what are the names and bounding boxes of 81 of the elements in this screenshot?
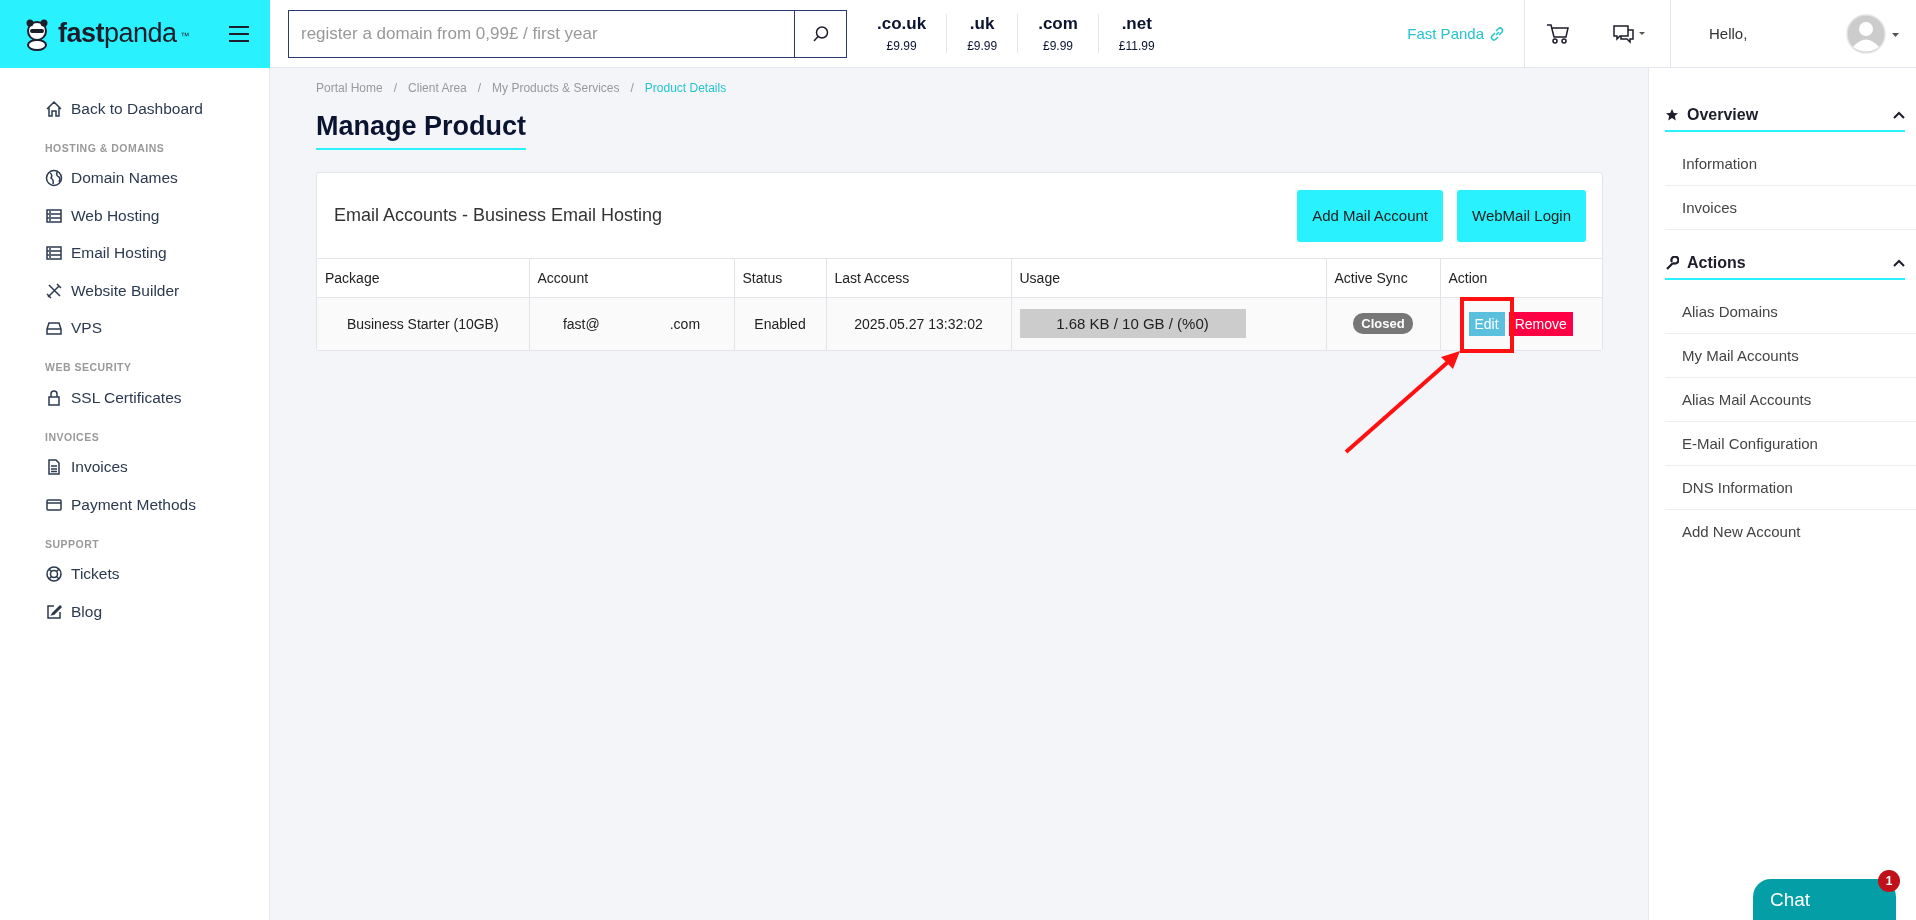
- search-button[interactable]: [795, 9, 847, 58]
- star-icon: [1665, 108, 1679, 122]
- panel-section-header[interactable]: Overview: [1665, 106, 1905, 132]
- tld-price: £9.99: [967, 39, 998, 53]
- logo-text: fastpanda: [58, 18, 177, 49]
- section-heading: WEB SECURITY: [45, 361, 133, 373]
- panel-link[interactable]: Alias Domains: [1665, 290, 1916, 334]
- sidebar-link[interactable]: Website Builder: [45, 272, 269, 310]
- cart-icon: [1545, 22, 1570, 45]
- chevron-icon: [1893, 259, 1905, 267]
- server-icon: [45, 244, 63, 263]
- panel-link[interactable]: E-Mail Configuration: [1665, 422, 1916, 466]
- sidebar-link[interactable]: Web Hosting: [45, 197, 269, 235]
- sidebar-link[interactable]: Tickets: [45, 555, 269, 593]
- panel-link[interactable]: Invoices: [1665, 186, 1916, 230]
- tld-name: .co.uk: [877, 14, 927, 34]
- page-title: Manage Product: [316, 111, 527, 150]
- column-header: Active Sync: [1326, 258, 1440, 298]
- card-title: Email Accounts - Business Email Hosting: [334, 205, 663, 226]
- breadcrumb-separator: /: [393, 81, 398, 95]
- column-header: Account: [529, 258, 734, 298]
- tools-icon: [45, 281, 63, 300]
- home-icon: [45, 99, 63, 118]
- email-user: fast@: [562, 315, 600, 332]
- table-cell: Business Starter (10GB): [317, 297, 529, 350]
- panel-link[interactable]: My Mail Accounts: [1665, 334, 1916, 378]
- search-field[interactable]: register a domain from 0,99£ / first year: [288, 9, 795, 58]
- tld-price: £9.99: [1042, 39, 1074, 53]
- table-cell: 2025.05.27 13:32:02: [826, 297, 1011, 350]
- email-domain: .com: [669, 315, 701, 332]
- sidebar-link[interactable]: Domain Names: [45, 159, 269, 197]
- sidebar-link[interactable]: Invoices: [45, 448, 269, 486]
- column-header: Action: [1440, 258, 1602, 298]
- sidebar-link[interactable]: Payment Methods: [45, 486, 269, 524]
- column-header: Last Access: [826, 258, 1011, 298]
- action-button[interactable]: Add Mail Account: [1297, 189, 1444, 242]
- document-icon: [45, 458, 63, 477]
- drive-icon: [45, 319, 63, 338]
- link-icon: [1488, 24, 1506, 43]
- highlight-rectangle: [1460, 297, 1514, 353]
- usage-reading: 1.68 KB / 10 GB / (%0): [1056, 315, 1209, 333]
- lock-icon: [45, 388, 63, 407]
- greeting: Hello,: [1670, 0, 1840, 68]
- breadcrumb-separator: /: [630, 81, 634, 95]
- trademark: ™: [180, 30, 190, 41]
- panel-link[interactable]: Alias Mail Accounts: [1665, 378, 1916, 422]
- sidebar-link[interactable]: VPS: [45, 309, 269, 347]
- chat-bubbles-icon: [1613, 23, 1647, 44]
- breadcrumb-separator: /: [477, 81, 482, 95]
- globe-icon: [45, 169, 63, 188]
- section-heading: HOSTING & DOMAINS: [45, 141, 166, 154]
- panel-section-header[interactable]: Actions: [1665, 254, 1905, 280]
- panel-link[interactable]: Add New Account: [1665, 510, 1916, 553]
- menu-icon: [228, 24, 250, 43]
- table-cell: Enabled: [734, 297, 826, 350]
- tld-price: £9.99: [885, 39, 918, 53]
- sync-status-badge: Closed: [1353, 313, 1413, 335]
- section-heading: INVOICES: [45, 430, 101, 443]
- search-icon: [811, 24, 830, 43]
- menu-button[interactable]: [228, 24, 250, 43]
- avatar-icon: [1846, 13, 1902, 54]
- remove-button[interactable]: Remove: [1508, 311, 1573, 336]
- panel-link[interactable]: Information: [1665, 142, 1916, 186]
- column-header: Usage: [1011, 258, 1326, 298]
- tld-name: .uk: [968, 14, 996, 34]
- sidebar-link[interactable]: Blog: [45, 593, 269, 631]
- sidebar-link[interactable]: Back to Dashboard: [45, 90, 269, 128]
- section-heading: SUPPORT: [45, 537, 101, 550]
- edit-icon: [45, 602, 63, 621]
- tld-price: £11.99: [1118, 39, 1155, 53]
- column-header: Package: [317, 258, 529, 298]
- action-button[interactable]: WebMail Login: [1457, 189, 1586, 242]
- tld-name: .net: [1120, 14, 1153, 34]
- sidebar-link[interactable]: SSL Certificates: [45, 379, 269, 417]
- server-icon: [45, 206, 63, 225]
- lifebuoy-icon: [45, 565, 63, 584]
- sidebar-link[interactable]: Email Hosting: [45, 234, 269, 272]
- chevron-icon: [1893, 111, 1905, 119]
- panel-link[interactable]: DNS Information: [1665, 466, 1916, 510]
- tld-name: .com: [1038, 14, 1078, 34]
- column-header: Status: [734, 258, 826, 298]
